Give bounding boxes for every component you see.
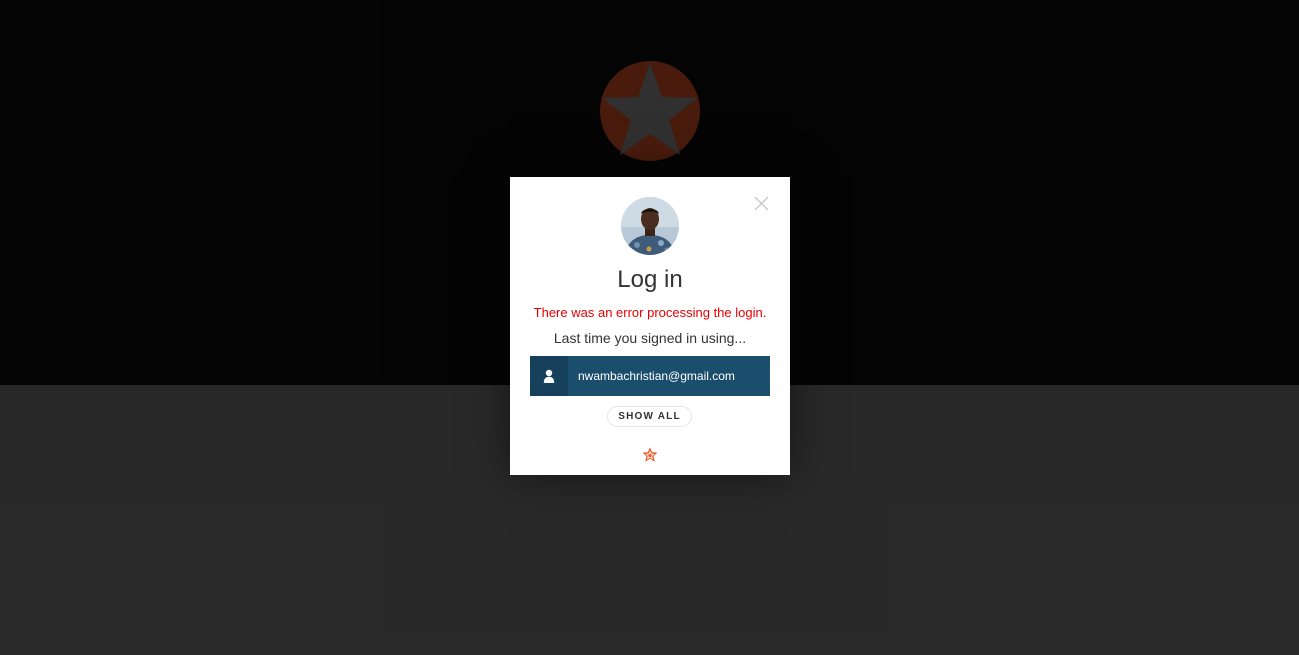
- avatar: [621, 197, 679, 255]
- close-icon[interactable]: [753, 195, 770, 212]
- error-message: There was an error processing the login.: [533, 305, 767, 320]
- show-all-button[interactable]: SHOW ALL: [607, 406, 692, 427]
- page-title: Log in: [617, 266, 683, 293]
- login-dialog: Log in There was an error processing the…: [510, 177, 790, 475]
- account-email: nwambachristian@gmail.com: [578, 369, 735, 383]
- last-login-hint: Last time you signed in using...: [553, 330, 747, 346]
- user-icon: [543, 369, 555, 383]
- page: Log in There was an error processing the…: [0, 0, 1299, 655]
- auth0-logo-icon: [642, 447, 658, 462]
- last-account-button[interactable]: nwambachristian@gmail.com: [530, 356, 770, 396]
- account-icon-box: [530, 356, 568, 396]
